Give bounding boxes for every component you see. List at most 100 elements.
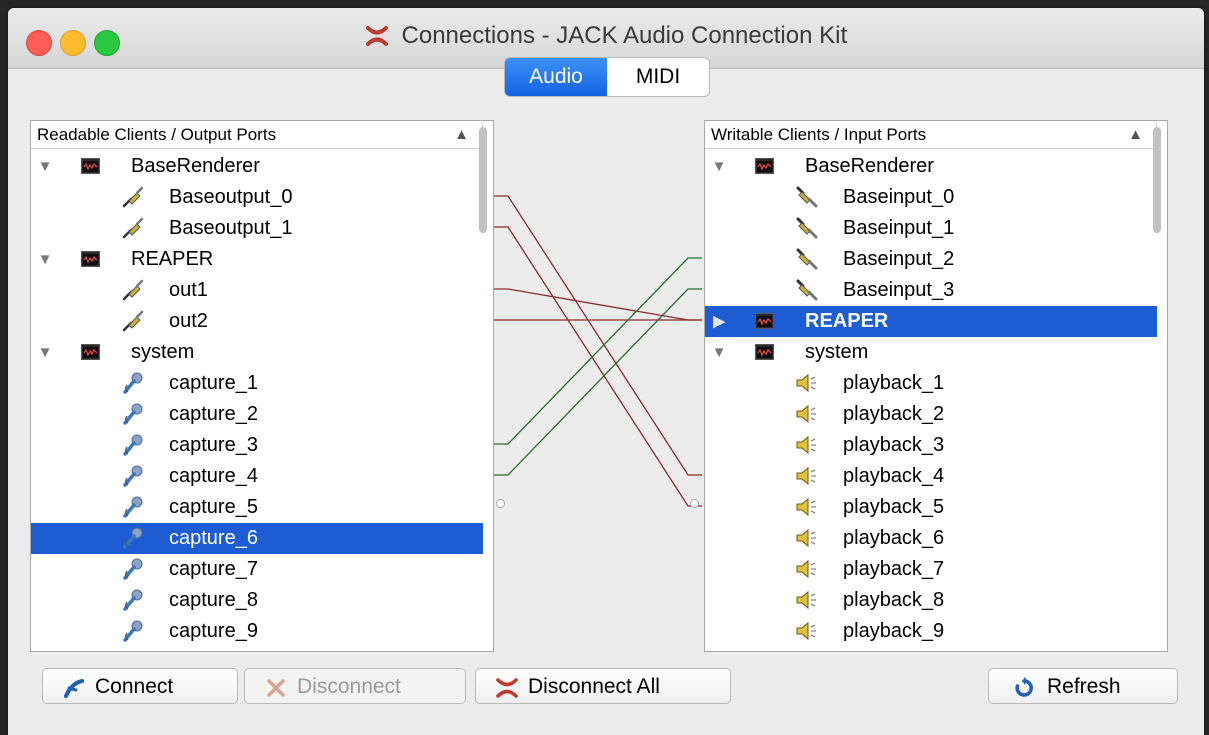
- output-port-row[interactable]: Baseoutput_0: [31, 182, 483, 213]
- port-label: Baseinput_1: [843, 217, 955, 239]
- speaker-icon: [796, 497, 816, 517]
- output-port-row[interactable]: capture_8: [31, 585, 483, 616]
- port-label: capture_5: [169, 496, 258, 518]
- refresh-button-label: Refresh: [1047, 675, 1121, 698]
- output-port-row[interactable]: capture_4: [31, 461, 483, 492]
- tab-audio[interactable]: Audio: [505, 58, 607, 96]
- port-label: playback_9: [843, 620, 945, 642]
- input-ports-panel[interactable]: Writable Clients / Input Ports ▲ ▼ BaseRe…: [704, 120, 1168, 652]
- input-port-row[interactable]: playback_8: [705, 585, 1157, 616]
- output-port-row[interactable]: capture_3: [31, 430, 483, 461]
- output-port-row[interactable]: capture_2: [31, 399, 483, 430]
- port-label: out1: [169, 279, 208, 301]
- output-port-row[interactable]: out1: [31, 275, 483, 306]
- output-ports-list: ▼ BaseRenderer Baseoutput_0 Baseoutput_1 ▼ RE…: [31, 151, 483, 647]
- input-port-row[interactable]: playback_2: [705, 399, 1157, 430]
- input-ports-header[interactable]: Writable Clients / Input Ports ▲: [705, 121, 1157, 149]
- microphone-icon: [123, 527, 143, 549]
- input-port-row[interactable]: playback_9: [705, 616, 1157, 647]
- disclosure-expanded-icon[interactable]: ▼: [711, 337, 727, 368]
- output-port-row[interactable]: Baseoutput_1: [31, 213, 483, 244]
- jack-plug-icon: [796, 217, 818, 239]
- tab-midi[interactable]: MIDI: [607, 58, 709, 96]
- client-window-icon: [755, 313, 774, 329]
- client-window-icon: [755, 158, 774, 174]
- output-client-row[interactable]: ▼ system: [31, 337, 483, 368]
- input-ports-header-label: Writable Clients / Input Ports: [711, 125, 927, 144]
- client-window-icon: [81, 344, 100, 360]
- jack-plug-icon: [796, 186, 818, 208]
- port-label: playback_7: [843, 558, 945, 580]
- output-port-row[interactable]: capture_5: [31, 492, 483, 523]
- client-window-icon: [81, 251, 100, 267]
- jack-logo-icon: [365, 26, 388, 46]
- input-port-row[interactable]: Baseinput_1: [705, 213, 1157, 244]
- port-label: playback_6: [843, 527, 945, 549]
- port-label: playback_8: [843, 589, 945, 611]
- input-port-row[interactable]: playback_4: [705, 461, 1157, 492]
- right-connector-handle: [690, 499, 699, 508]
- speaker-icon: [796, 621, 816, 641]
- port-label: Baseoutput_1: [169, 217, 293, 239]
- port-label: playback_2: [843, 403, 945, 425]
- connection-line[interactable]: [494, 257, 702, 445]
- sort-ascending-icon: ▲: [1128, 126, 1143, 143]
- refresh-button[interactable]: Refresh: [988, 668, 1178, 704]
- window-title: Connections - JACK Audio Connection Kit: [401, 22, 848, 49]
- output-port-row[interactable]: capture_6: [31, 523, 483, 554]
- input-port-row[interactable]: Baseinput_3: [705, 275, 1157, 306]
- port-label: capture_6: [169, 527, 258, 549]
- client-label: BaseRenderer: [131, 155, 260, 177]
- output-ports-header[interactable]: Readable Clients / Output Ports ▲: [31, 121, 483, 149]
- client-label: REAPER: [805, 310, 889, 332]
- disclosure-expanded-icon[interactable]: ▼: [37, 151, 53, 182]
- connect-button[interactable]: Connect: [42, 668, 238, 704]
- microphone-icon: [123, 403, 143, 425]
- output-ports-panel[interactable]: Readable Clients / Output Ports ▲ ▼ BaseR…: [30, 120, 494, 652]
- jack-plug-icon: [796, 279, 818, 301]
- input-port-row[interactable]: Baseinput_2: [705, 244, 1157, 275]
- client-window-icon: [81, 158, 100, 174]
- port-label: out2: [169, 310, 208, 332]
- speaker-icon: [796, 404, 816, 424]
- input-port-row[interactable]: playback_1: [705, 368, 1157, 399]
- input-ports-list: ▼ BaseRenderer Baseinput_0 Baseinput_1 Basei…: [705, 151, 1157, 647]
- left-connector-handle: [496, 499, 505, 508]
- output-client-row[interactable]: ▼ REAPER: [31, 244, 483, 275]
- plug-icon: [122, 186, 144, 208]
- connection-line[interactable]: [494, 195, 702, 476]
- disconnect-all-button[interactable]: Disconnect All: [475, 668, 731, 704]
- disclosure-collapsed-icon[interactable]: ▶: [711, 306, 727, 337]
- port-label: capture_1: [169, 372, 258, 394]
- input-port-row[interactable]: playback_7: [705, 554, 1157, 585]
- input-client-row[interactable]: ▶ REAPER: [705, 306, 1157, 337]
- output-port-row[interactable]: capture_9: [31, 616, 483, 647]
- output-port-row[interactable]: capture_1: [31, 368, 483, 399]
- input-port-row[interactable]: playback_3: [705, 430, 1157, 461]
- refresh-icon: [1015, 677, 1033, 697]
- speaker-icon: [796, 373, 816, 393]
- connection-line[interactable]: [494, 226, 702, 507]
- input-port-row[interactable]: Baseinput_0: [705, 182, 1157, 213]
- input-client-row[interactable]: ▼ BaseRenderer: [705, 151, 1157, 182]
- disclosure-expanded-icon[interactable]: ▼: [37, 244, 53, 275]
- disclosure-expanded-icon[interactable]: ▼: [711, 151, 727, 182]
- output-port-row[interactable]: out2: [31, 306, 483, 337]
- disclosure-expanded-icon[interactable]: ▼: [37, 337, 53, 368]
- port-label: Baseoutput_0: [169, 186, 293, 208]
- output-port-row[interactable]: capture_7: [31, 554, 483, 585]
- output-client-row[interactable]: ▼ BaseRenderer: [31, 151, 483, 182]
- speaker-icon: [796, 466, 816, 486]
- disconnect-button[interactable]: Disconnect: [244, 668, 466, 704]
- microphone-icon: [123, 496, 143, 518]
- client-label: REAPER: [131, 248, 214, 270]
- client-window-icon: [755, 344, 774, 360]
- input-port-row[interactable]: playback_6: [705, 523, 1157, 554]
- connection-line[interactable]: [494, 288, 702, 321]
- input-client-row[interactable]: ▼ system: [705, 337, 1157, 368]
- speaker-icon: [796, 435, 816, 455]
- input-port-row[interactable]: playback_5: [705, 492, 1157, 523]
- disconnect-all-button-label: Disconnect All: [528, 675, 660, 698]
- connect-button-label: Connect: [95, 675, 174, 698]
- speaker-icon: [796, 590, 816, 610]
